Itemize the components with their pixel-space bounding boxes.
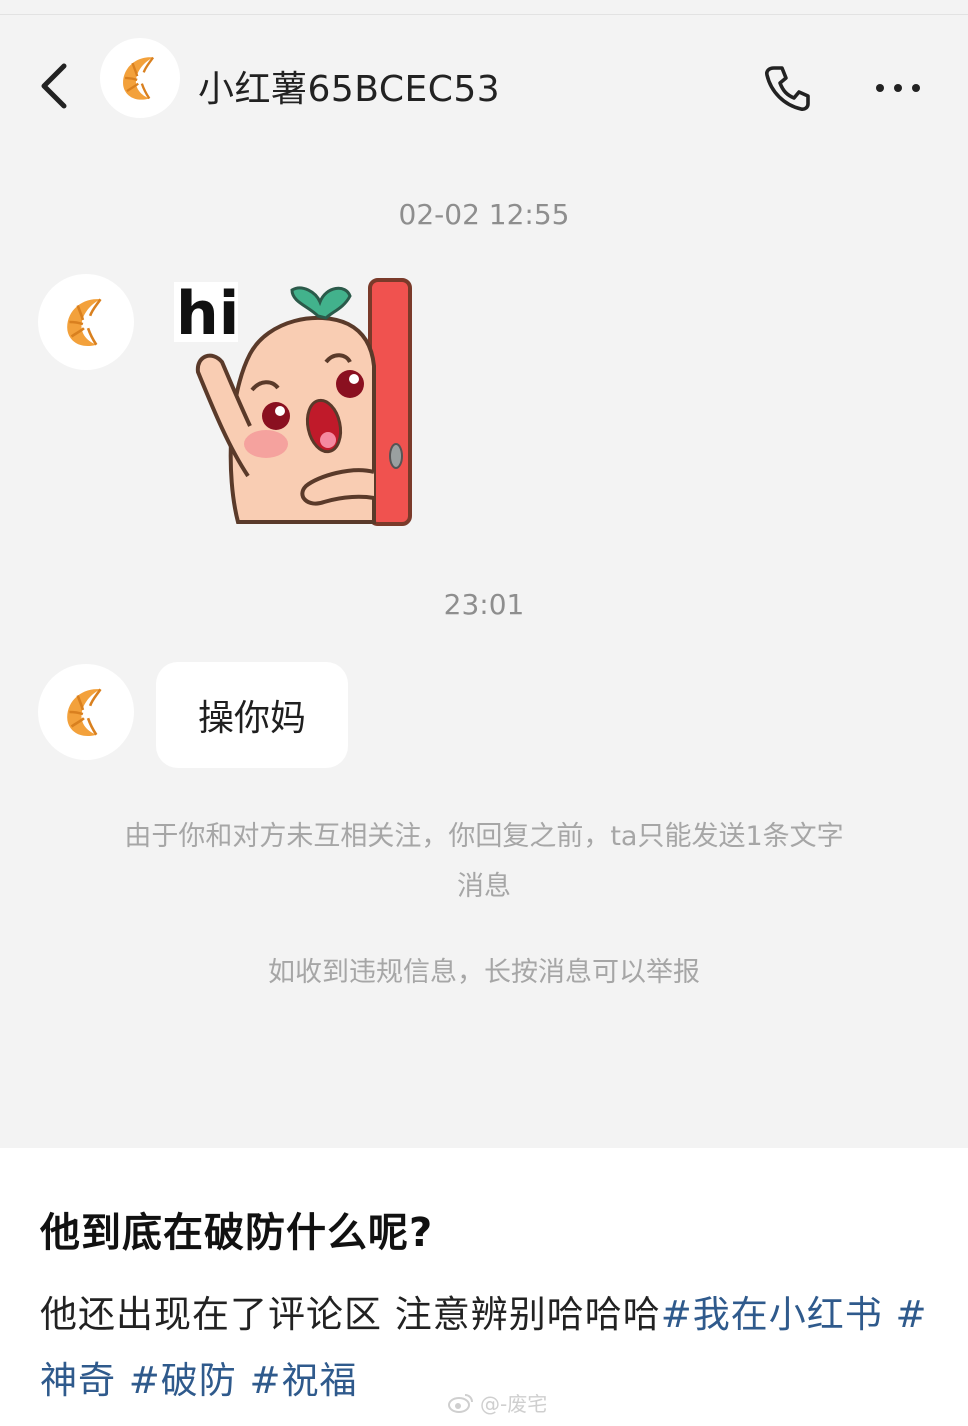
- contact-name[interactable]: 小红薯65BCEC53: [198, 60, 500, 112]
- phone-icon: [765, 66, 810, 111]
- watermark: @-废宅: [448, 1388, 547, 1417]
- contact-avatar[interactable]: [100, 38, 180, 118]
- message-timestamp: 23:01: [443, 588, 525, 621]
- watermark-text: @-废宅: [480, 1392, 548, 1416]
- status-divider: [0, 14, 968, 15]
- weibo-logo-icon: [448, 1393, 473, 1413]
- chat-header: 小红薯65BCEC53: [0, 38, 968, 132]
- croissant-icon: [123, 56, 155, 100]
- sticker-text: hi: [176, 279, 239, 349]
- croissant-icon: [67, 298, 102, 347]
- croissant-icon: [67, 688, 102, 737]
- chevron-left-icon: [41, 63, 67, 109]
- report-hint: 如收到违规信息，长按消息可以举报: [268, 957, 700, 988]
- sender-avatar[interactable]: [38, 274, 134, 370]
- follow-limit-line-1: 由于你和对方未互相关注，你回复之前，ta只能发送1条文字: [124, 821, 844, 852]
- sender-avatar[interactable]: [38, 664, 134, 760]
- more-button[interactable]: [870, 70, 926, 106]
- waving-potato-sticker: hi: [174, 278, 412, 526]
- post-title: 他到底在破防什么呢?: [40, 1210, 434, 1256]
- call-button[interactable]: [760, 60, 816, 116]
- hashtag-link[interactable]: #我在小红书: [661, 1293, 883, 1336]
- follow-limit-line-2: 消息: [457, 871, 511, 902]
- sticker-message[interactable]: hi: [168, 276, 418, 528]
- hashtag-link[interactable]: #祝福: [250, 1359, 358, 1402]
- back-button[interactable]: [30, 60, 78, 112]
- message-timestamp: 02-02 12:55: [398, 198, 570, 231]
- text-message-bubble[interactable]: 操你妈: [156, 662, 348, 768]
- post-body-text: 他还出现在了评论区 注意辨别哈哈哈: [40, 1293, 661, 1336]
- hashtag-link[interactable]: #破防: [129, 1359, 237, 1402]
- more-horizontal-icon: [876, 84, 920, 92]
- follow-limit-notice: 由于你和对方未互相关注，你回复之前，ta只能发送1条文字 消息: [60, 812, 908, 912]
